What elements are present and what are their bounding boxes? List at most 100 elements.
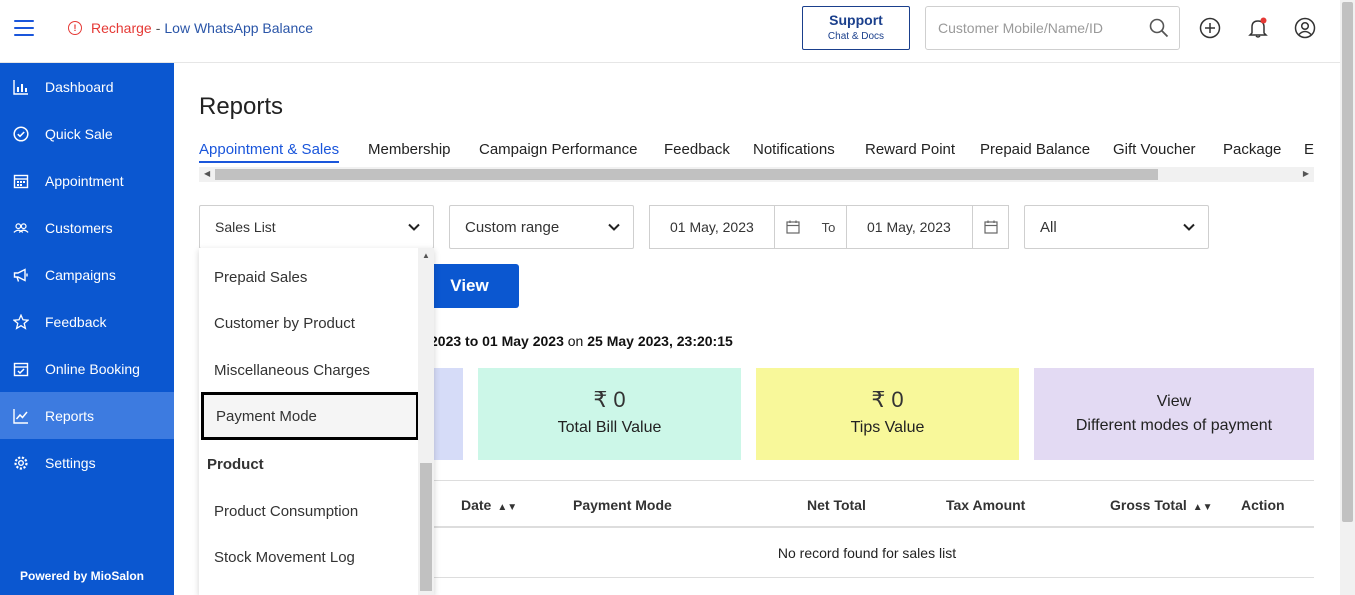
bell-icon[interactable]: [1247, 17, 1269, 39]
range-type-value: Custom range: [465, 218, 560, 236]
total-bill-amount: ₹ 0: [593, 387, 626, 412]
chevron-down-icon: [608, 223, 620, 231]
tab-campaign-performance[interactable]: Campaign Performance: [479, 141, 637, 158]
range-type-select[interactable]: Custom range: [449, 205, 634, 249]
users-icon: [13, 220, 29, 236]
search-input[interactable]: [926, 7, 1136, 49]
scrollbar-thumb[interactable]: [420, 463, 432, 591]
dropdown-item-customer-by-product[interactable]: Customer by Product: [199, 300, 417, 346]
tab-membership[interactable]: Membership: [368, 141, 451, 158]
calendar-icon[interactable]: [774, 206, 810, 248]
payment-modes-view: View: [1156, 393, 1192, 410]
dropdown-item-stock-movement-log[interactable]: Stock Movement Log: [199, 534, 417, 580]
range-on: on: [567, 333, 584, 349]
recharge-alert[interactable]: ! Recharge - Low WhatsApp Balance: [68, 20, 313, 36]
sidebar-item-dashboard[interactable]: Dashboard: [0, 63, 174, 110]
tab-prepaid-balance[interactable]: Prepaid Balance: [980, 141, 1090, 158]
dropdown-item-miscellaneous-charges[interactable]: Miscellaneous Charges: [199, 347, 417, 393]
total-bill-card: ₹ 0 Total Bill Value: [478, 368, 741, 460]
dropdown-scrollbar[interactable]: ▲: [418, 248, 434, 595]
tips-value-card: ₹ 0 Tips Value: [756, 368, 1019, 460]
top-bar: ! Recharge - Low WhatsApp Balance Suppor…: [0, 0, 1340, 63]
report-type-select[interactable]: Sales List: [199, 205, 434, 249]
tab-gift-voucher[interactable]: Gift Voucher: [1113, 141, 1196, 158]
sidebar-item-quick-sale[interactable]: Quick Sale: [0, 110, 174, 157]
tabs-horizontal-scrollbar[interactable]: ◀ ▶: [199, 167, 1314, 182]
report-type-dropdown: Prepaid Sales Customer by Product Miscel…: [199, 248, 434, 595]
scrollbar-thumb[interactable]: [215, 169, 1158, 180]
dropdown-group-product: Product: [207, 456, 264, 473]
support-button[interactable]: Support Chat & Docs: [802, 6, 910, 50]
add-circle-icon[interactable]: [1199, 17, 1221, 39]
bar-chart-icon: [13, 79, 29, 95]
sort-icon[interactable]: ▲▼: [1193, 502, 1213, 513]
tab-more[interactable]: E: [1304, 141, 1314, 158]
sidebar-item-label: Campaigns: [45, 266, 116, 283]
to-label: To: [810, 205, 847, 249]
search-icon[interactable]: [1149, 18, 1169, 38]
from-date-value: 01 May, 2023: [670, 219, 754, 235]
calendar-icon: [13, 173, 29, 189]
dropdown-item-prepaid-sales[interactable]: Prepaid Sales: [199, 254, 417, 300]
warning-icon: !: [68, 21, 82, 35]
sidebar-item-appointment[interactable]: Appointment: [0, 157, 174, 204]
report-type-value: Sales List: [215, 219, 276, 235]
sidebar: Dashboard Quick Sale Appointment Custome…: [0, 63, 174, 595]
sidebar-item-campaigns[interactable]: Campaigns: [0, 251, 174, 298]
to-date-field[interactable]: 01 May, 2023: [846, 205, 1009, 249]
alert-text[interactable]: Low WhatsApp Balance: [164, 20, 313, 36]
column-gross-total[interactable]: Gross Total ▲▼: [1110, 497, 1213, 513]
gear-icon: [13, 455, 29, 471]
scroll-up-arrow-icon[interactable]: ▲: [422, 251, 430, 260]
tab-package[interactable]: Package: [1223, 141, 1281, 158]
sidebar-item-label: Quick Sale: [45, 125, 113, 142]
calendar-icon[interactable]: [972, 206, 1008, 248]
sidebar-item-label: Dashboard: [45, 78, 114, 95]
sidebar-item-feedback[interactable]: Feedback: [0, 298, 174, 345]
column-date[interactable]: Date ▲▼: [461, 497, 517, 513]
user-profile-icon[interactable]: [1294, 17, 1316, 39]
sidebar-item-label: Settings: [45, 454, 96, 471]
sort-icon[interactable]: ▲▼: [497, 502, 517, 513]
sidebar-item-label: Online Booking: [45, 360, 140, 377]
sidebar-item-settings[interactable]: Settings: [0, 439, 174, 486]
staff-value: All: [1040, 218, 1057, 236]
scrollbar-thumb[interactable]: [1342, 2, 1353, 522]
megaphone-icon: [13, 267, 29, 283]
sidebar-item-label: Reports: [45, 407, 95, 424]
payment-modes-card[interactable]: View Different modes of payment: [1034, 368, 1314, 460]
view-button[interactable]: View: [420, 264, 519, 308]
page-scrollbar[interactable]: [1340, 0, 1355, 595]
sidebar-item-customers[interactable]: Customers: [0, 204, 174, 251]
trend-chart-icon: [13, 408, 29, 424]
column-payment-mode: Payment Mode: [573, 497, 672, 513]
scroll-right-arrow-icon[interactable]: ▶: [1303, 169, 1309, 178]
star-icon: [13, 313, 29, 330]
tab-reward-point[interactable]: Reward Point: [865, 141, 955, 158]
customer-search: [925, 6, 1180, 50]
dropdown-item-payment-mode[interactable]: Payment Mode: [201, 392, 419, 440]
alert-prefix: Recharge: [91, 20, 152, 36]
staff-select[interactable]: All: [1024, 205, 1209, 249]
page-title: Reports: [199, 93, 284, 120]
tab-appointment-sales[interactable]: Appointment & Sales: [199, 141, 340, 163]
table-header: Date ▲▼ Payment Mode Net Total Tax Amount…: [420, 480, 1314, 528]
hamburger-menu-icon[interactable]: [14, 20, 34, 37]
dropdown-item-product-consumption[interactable]: Product Consumption: [199, 488, 417, 534]
sidebar-item-label: Customers: [45, 219, 113, 236]
scroll-left-arrow-icon[interactable]: ◀: [204, 169, 210, 178]
sidebar-item-online-booking[interactable]: Online Booking: [0, 345, 174, 392]
range-timestamp: 25 May 2023, 23:20:15: [587, 333, 733, 349]
sidebar-item-label: Appointment: [45, 172, 124, 189]
tab-notifications[interactable]: Notifications: [753, 141, 835, 158]
sidebar-item-reports[interactable]: Reports: [0, 392, 174, 439]
tab-feedback[interactable]: Feedback: [664, 141, 730, 158]
payment-modes-label: Different modes of payment: [1075, 417, 1273, 434]
column-tax-amount: Tax Amount: [946, 497, 1026, 513]
column-net-total: Net Total: [807, 497, 866, 513]
support-subtitle: Chat & Docs: [827, 31, 885, 42]
chevron-down-icon: [408, 223, 420, 231]
from-date-field[interactable]: 01 May, 2023: [649, 205, 811, 249]
range-text: 2023 to 01 May 2023: [430, 333, 564, 349]
empty-table-message: No record found for sales list: [420, 528, 1314, 578]
